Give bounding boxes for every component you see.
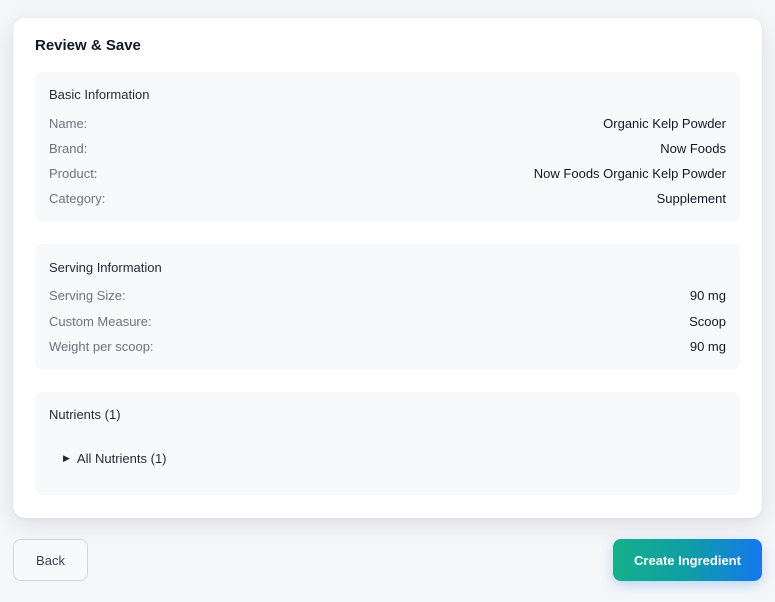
row-value: Now Foods Organic Kelp Powder	[533, 166, 726, 181]
row-label: Weight per scoop:	[49, 339, 154, 354]
create-ingredient-button[interactable]: Create Ingredient	[613, 539, 762, 581]
review-card: Review & Save Basic Information Name: Or…	[13, 18, 762, 518]
all-nutrients-toggle[interactable]: ▶ All Nutrients (1)	[63, 451, 167, 466]
info-row-brand: Brand: Now Foods	[49, 141, 726, 156]
row-value: Supplement	[656, 191, 726, 206]
triangle-right-icon: ▶	[63, 453, 70, 463]
basic-info-section: Basic Information Name: Organic Kelp Pow…	[35, 72, 740, 222]
row-label: Category:	[49, 191, 106, 206]
row-value: Scoop	[689, 314, 726, 329]
info-row-category: Category: Supplement	[49, 191, 726, 206]
row-label: Serving Size:	[49, 288, 126, 303]
row-value: 90 mg	[689, 288, 726, 303]
serving-row-custom-measure: Custom Measure: Scoop	[49, 314, 726, 329]
info-row-product: Product: Now Foods Organic Kelp Powder	[49, 166, 726, 181]
serving-info-section: Serving Information Serving Size: 90 mg …	[35, 244, 740, 370]
all-nutrients-label: All Nutrients (1)	[76, 451, 167, 466]
nutrients-title: Nutrients (1)	[49, 407, 121, 422]
nutrients-section: Nutrients (1) ▶ All Nutrients (1)	[35, 392, 740, 495]
serving-row-weight: Weight per scoop: 90 mg	[49, 339, 726, 354]
serving-info-title: Serving Information	[49, 260, 162, 275]
basic-info-title: Basic Information	[49, 87, 150, 102]
row-label: Custom Measure:	[49, 314, 152, 329]
row-label: Brand:	[49, 141, 88, 156]
back-button[interactable]: Back	[13, 539, 88, 581]
row-value: 90 mg	[689, 339, 726, 354]
card-title: Review & Save	[35, 37, 141, 54]
row-value: Now Foods	[660, 141, 726, 156]
row-label: Name:	[49, 116, 88, 131]
info-row-name: Name: Organic Kelp Powder	[49, 116, 726, 131]
row-label: Product:	[49, 166, 98, 181]
row-value: Organic Kelp Powder	[603, 116, 726, 131]
serving-row-size: Serving Size: 90 mg	[49, 288, 726, 303]
